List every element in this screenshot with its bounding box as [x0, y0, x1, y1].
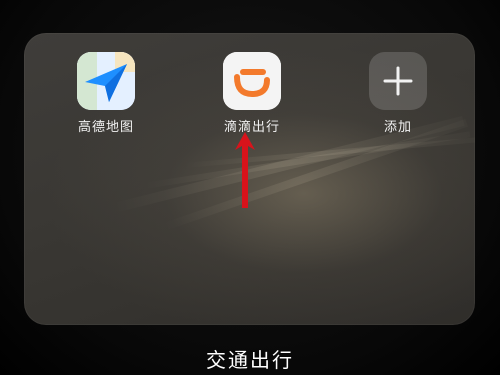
add-app-button[interactable]: 添加: [355, 52, 441, 135]
app-amap[interactable]: 高德地图: [63, 52, 149, 135]
app-label: 添加: [383, 120, 412, 135]
folder-title[interactable]: 交通出行: [0, 344, 500, 373]
plus-icon: [369, 52, 427, 110]
light-streak: [183, 136, 475, 168]
app-didi[interactable]: 滴滴出行: [209, 52, 295, 135]
app-label: 高德地图: [77, 120, 134, 135]
didi-icon: [223, 52, 281, 110]
amap-icon: [77, 52, 135, 110]
red-arrow-annotation: [235, 132, 255, 208]
home-screen-background: 高德地图 滴滴出行 添加 交通出行: [0, 0, 500, 375]
